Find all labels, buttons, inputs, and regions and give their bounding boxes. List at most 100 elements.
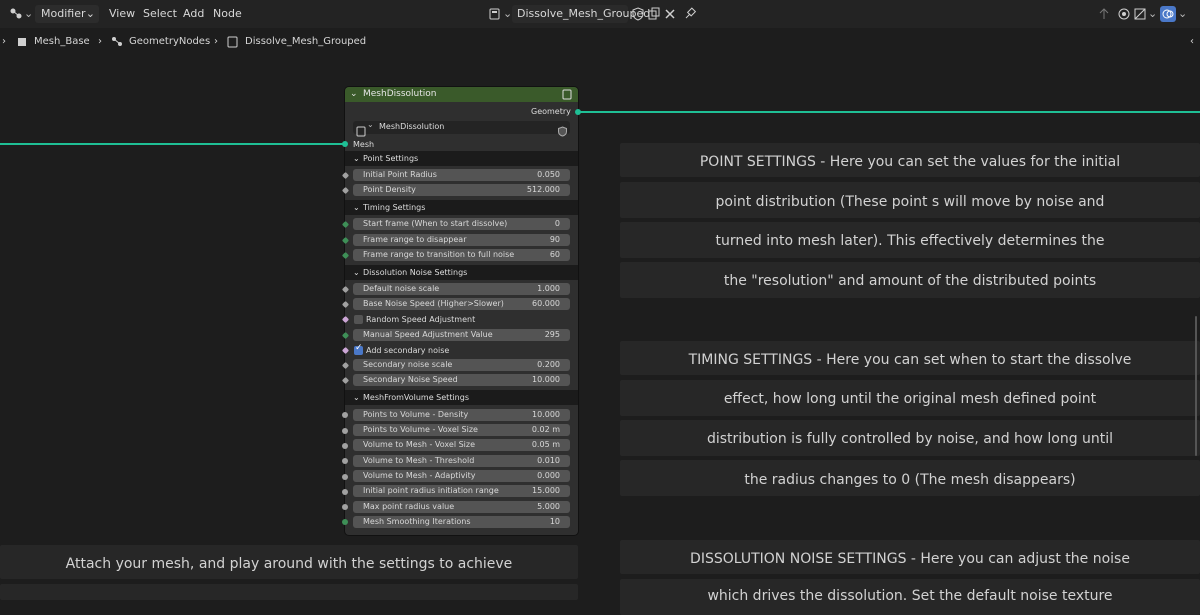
geometry-output-socket[interactable] [575,109,581,115]
field-label: Mesh Smoothing Iterations [363,517,471,526]
node-tree-icon [356,122,367,141]
field-value: 90 [549,235,560,244]
field-label: Manual Speed Adjustment Value [363,330,493,339]
field-label: Points to Volume - Voxel Size [363,425,478,434]
field-label: Default noise scale [363,284,440,293]
point-density-field[interactable]: Point Density 512.000 [353,184,570,196]
secondary-noise-speed-field[interactable]: Secondary Noise Speed 10.000 [353,374,570,386]
note-timing-settings-line: distribution is fully controlled by nois… [620,420,1200,456]
float-input-socket[interactable] [342,412,348,418]
mesh-smoothing-field[interactable]: Mesh Smoothing Iterations 10 [353,516,570,528]
chevron-down-icon[interactable]: ⌄ [1148,6,1157,22]
initial-radius-range-field[interactable]: Initial point radius initiation range 15… [353,485,570,497]
field-value: 0.000 [537,471,560,480]
editor-header: ⌄ Modifier ⌄ View Select Add Node ⌄ Diss… [0,0,1200,28]
add-secondary-noise-label: Add secondary noise [366,346,450,355]
note-timing-settings-line: TIMING SETTINGS - Here you can set when … [620,341,1200,375]
vertical-scrollbar[interactable] [1195,316,1197,456]
field-label: Volume to Mesh - Voxel Size [363,440,476,449]
menu-node[interactable]: Node [213,5,242,23]
float-input-socket[interactable] [342,474,348,480]
field-value: 10.000 [532,410,560,419]
node-group-selector[interactable]: ⌄ MeshDissolution [353,120,570,137]
menu-select[interactable]: Select [143,5,177,23]
add-secondary-noise-checkbox[interactable] [354,343,363,355]
int-input-socket[interactable] [342,519,348,525]
node-tree-icon[interactable] [488,6,504,22]
chevron-right-icon: › [214,36,218,47]
note-attach-mesh-line: Attach your mesh, and play around with t… [0,545,578,579]
field-value: 0.010 [537,456,560,465]
float-input-socket[interactable] [342,489,348,495]
breadcrumb-item-node-tree[interactable]: Dissolve_Mesh_Grouped [245,34,366,50]
snap-icon[interactable] [1116,6,1132,22]
panel-mesh-from-volume-settings[interactable]: ⌄ MeshFromVolume Settings [345,390,578,405]
field-value: 5.000 [537,502,560,511]
field-value: 0 [554,219,560,228]
chevron-down-icon: ⌄ [85,7,95,20]
panel-dissolution-noise-settings[interactable]: ⌄ Dissolution Noise Settings [345,265,578,280]
parent-node-tree-icon[interactable] [1096,6,1112,22]
close-icon[interactable] [662,6,678,22]
field-label: Point Density [363,185,416,194]
field-label: Secondary Noise Speed [363,375,458,384]
base-noise-speed-field[interactable]: Base Noise Speed (Higher>Slower) 60.000 [353,298,570,310]
default-noise-scale-field[interactable]: Default noise scale 1.000 [353,283,570,295]
field-value: 15.000 [532,486,560,495]
fake-user-shield-icon[interactable] [630,6,646,22]
secondary-noise-scale-field[interactable]: Secondary noise scale 0.200 [353,359,570,371]
chevron-left-icon[interactable]: ‹ [1190,34,1194,50]
overlay-icon[interactable] [1160,6,1176,22]
fake-user-shield-icon[interactable] [557,122,568,141]
chevron-down-icon[interactable]: ⌄ [1178,6,1187,22]
frame-range-transition-field[interactable]: Frame range to transition to full noise … [353,249,570,261]
field-label: Frame range to transition to full noise [363,250,515,259]
panel-timing-settings[interactable]: ⌄ Timing Settings [345,200,578,215]
chevron-down-icon[interactable]: ⌄ [24,6,33,22]
snap-target-icon[interactable] [1132,6,1148,22]
manual-speed-adjustment-field[interactable]: Manual Speed Adjustment Value 295 [353,329,570,341]
mesh-object-icon [15,34,31,50]
panel-point-settings[interactable]: ⌄ Point Settings [345,151,578,166]
start-frame-field[interactable]: Start frame (When to start dissolve) 0 [353,218,570,230]
chevron-down-icon[interactable]: ⌄ [503,6,512,22]
random-speed-label: Random Speed Adjustment [366,315,476,324]
vtm-adaptivity-field[interactable]: Volume to Mesh - Adaptivity 0.000 [353,470,570,482]
ptv-voxel-size-field[interactable]: Points to Volume - Voxel Size 0.02 m [353,424,570,436]
breadcrumb-item-mesh-base[interactable]: Mesh_Base [34,34,90,50]
menu-view[interactable]: View [109,5,135,23]
node-header[interactable]: ⌄ MeshDissolution [345,87,578,102]
vtm-threshold-field[interactable]: Volume to Mesh - Threshold 0.010 [353,455,570,467]
initial-point-radius-field[interactable]: Initial Point Radius 0.050 [353,169,570,181]
float-input-socket[interactable] [342,504,348,510]
node-title: MeshDissolution [363,89,437,99]
pin-icon[interactable] [682,6,698,22]
float-input-socket[interactable] [342,458,348,464]
mesh-input-socket[interactable] [342,141,348,147]
random-speed-checkbox[interactable] [354,315,363,324]
ptv-density-field[interactable]: Points to Volume - Density 10.000 [353,409,570,421]
vtm-voxel-size-field[interactable]: Volume to Mesh - Voxel Size 0.05 m [353,439,570,451]
note-point-settings-line: the "resolution" and amount of the distr… [620,262,1200,298]
field-value: 512.000 [526,185,560,194]
field-value: 1.000 [537,284,560,293]
field-value: 10.000 [532,375,560,384]
float-input-socket[interactable] [342,443,348,449]
mode-dropdown[interactable]: Modifier ⌄ [35,5,99,23]
node-tree-name-field[interactable]: Dissolve_Mesh_Grouped [512,5,650,23]
node-editor-icon[interactable] [8,6,24,22]
field-value: 0.02 m [531,425,560,434]
note-timing-settings-line: the radius changes to 0 (The mesh disapp… [620,460,1200,496]
collapse-chevron-icon[interactable]: ⌄ [350,87,358,102]
panel-title: Point Settings [363,154,419,163]
frame-range-disappear-field[interactable]: Frame range to disappear 90 [353,234,570,246]
note-attach-mesh-line-2 [0,584,578,600]
duplicate-icon[interactable] [646,6,662,22]
menu-add[interactable]: Add [183,5,204,23]
chevron-right-icon: › [98,36,102,47]
max-point-radius-field[interactable]: Max point radius value 5.000 [353,501,570,513]
float-input-socket[interactable] [342,428,348,434]
field-label: Initial point radius initiation range [363,486,499,495]
breadcrumb-item-geometry-nodes[interactable]: GeometryNodes [129,34,210,50]
field-label: Max point radius value [363,502,455,511]
